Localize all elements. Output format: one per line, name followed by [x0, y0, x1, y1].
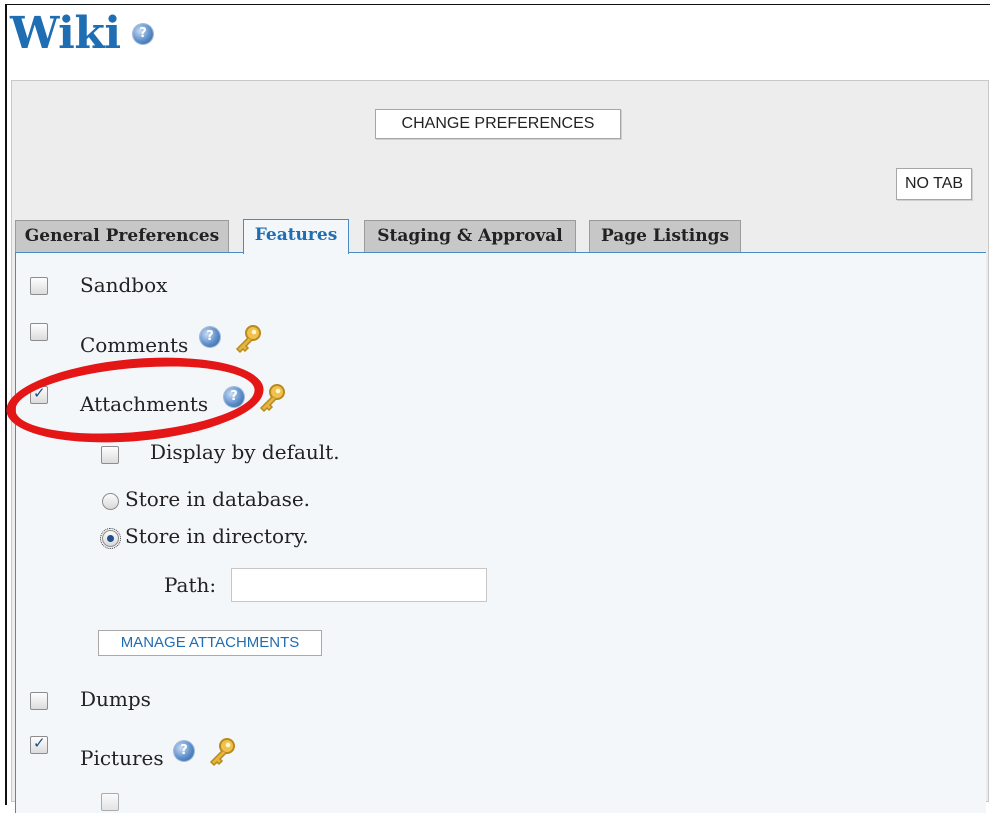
path-input[interactable]	[231, 568, 487, 602]
tab-features[interactable]: Features	[243, 219, 349, 254]
change-preferences-button[interactable]: CHANGE PREFERENCES	[375, 109, 621, 139]
comments-label: Comments	[80, 333, 189, 357]
dumps-checkbox[interactable]	[30, 692, 48, 710]
pictures-checkbox[interactable]	[30, 734, 48, 754]
sandbox-label: Sandbox	[80, 273, 168, 297]
store-in-directory-radio[interactable]	[100, 528, 121, 549]
tab-page-listings[interactable]: Page Listings	[589, 220, 741, 252]
tab-general-preferences[interactable]: General Preferences	[15, 220, 229, 252]
preferences-panel: CHANGE PREFERENCES NO TAB General Prefer…	[11, 80, 989, 813]
page-title: Wiki	[10, 8, 121, 59]
store-in-database-label: Store in database.	[125, 487, 311, 511]
help-icon[interactable]: ?	[133, 24, 153, 44]
display-by-default-label: Display by default.	[150, 440, 340, 464]
help-icon[interactable]: ?	[174, 741, 194, 761]
store-in-database-radio[interactable]	[102, 493, 119, 510]
comments-checkbox[interactable]	[30, 323, 48, 341]
key-icon[interactable]	[206, 736, 238, 768]
store-in-directory-label: Store in directory.	[125, 524, 309, 548]
display-by-default-checkbox[interactable]	[101, 446, 119, 464]
help-icon[interactable]: ?	[200, 327, 220, 347]
dumps-label: Dumps	[80, 687, 151, 711]
sub-option-checkbox-partial[interactable]	[101, 793, 119, 811]
path-label: Path:	[164, 573, 217, 597]
sandbox-checkbox[interactable]	[30, 277, 48, 295]
key-icon[interactable]	[232, 323, 264, 355]
tab-staging-approval[interactable]: Staging & Approval	[364, 220, 576, 252]
pictures-label: Pictures	[80, 746, 164, 770]
manage-attachments-button[interactable]: MANAGE ATTACHMENTS	[98, 630, 322, 656]
no-tab-button[interactable]: NO TAB	[896, 168, 972, 200]
features-tab-content: Sandbox Comments ? Attachments ? Display…	[15, 252, 986, 813]
